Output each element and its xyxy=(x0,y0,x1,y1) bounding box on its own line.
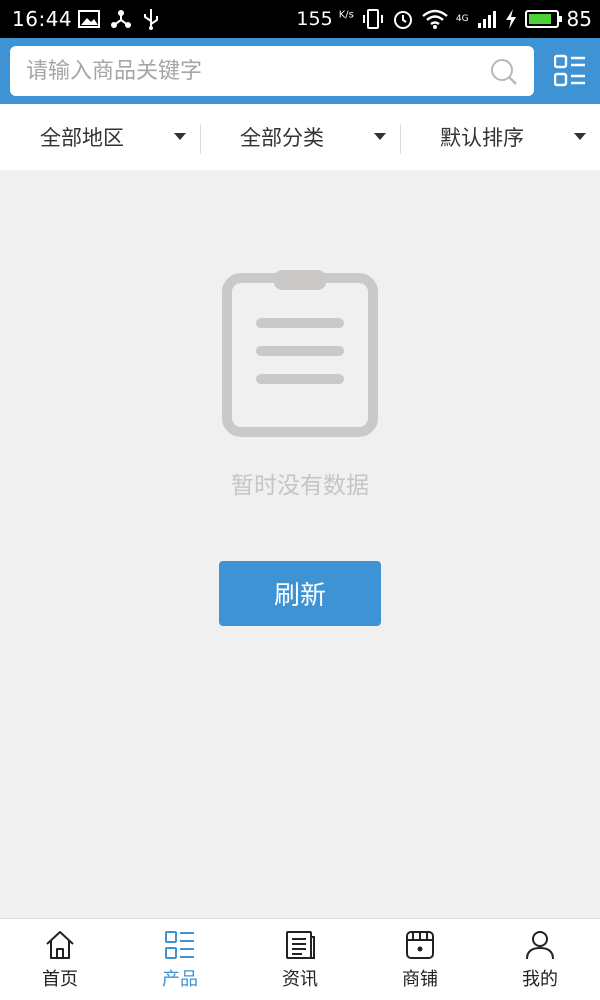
nav-item-products[interactable]: 产品 xyxy=(120,919,240,1000)
filter-region[interactable]: 全部地区 xyxy=(0,104,200,170)
caret-down-icon xyxy=(574,133,586,140)
status-time: 16:44 xyxy=(12,7,73,31)
nav-item-shop[interactable]: 商铺 xyxy=(360,919,480,1000)
caret-down-icon xyxy=(374,133,386,140)
filter-category[interactable]: 全部分类 xyxy=(200,104,400,170)
usb-icon xyxy=(144,9,158,30)
search-input[interactable] xyxy=(10,46,470,96)
shop-icon xyxy=(406,931,434,959)
home-icon xyxy=(46,931,74,959)
signal-icon xyxy=(477,11,496,28)
battery-icon xyxy=(524,10,562,28)
status-left-icons xyxy=(78,8,160,30)
product-list-icon xyxy=(165,931,194,959)
filter-category-label: 全部分类 xyxy=(240,126,324,150)
filter-sort-label: 默认排序 xyxy=(440,126,524,150)
image-icon xyxy=(78,10,100,28)
vibrate-icon xyxy=(362,9,383,29)
status-bar: 16:44 155 K/s 4G 85 xyxy=(0,0,600,38)
network-type: 4G xyxy=(455,14,469,24)
filter-sort[interactable]: 默认排序 xyxy=(400,104,600,170)
search-icon[interactable] xyxy=(490,58,518,86)
filter-bar: 全部地区 全部分类 默认排序 xyxy=(0,104,600,170)
profile-icon xyxy=(526,931,554,960)
nav-item-profile[interactable]: 我的 xyxy=(480,919,600,1000)
nav-label-products: 产品 xyxy=(162,969,198,990)
nav-item-news[interactable]: 资讯 xyxy=(240,919,360,1000)
share-icon xyxy=(111,10,131,28)
alarm-icon xyxy=(393,11,412,29)
empty-message: 暂时没有数据 xyxy=(231,473,369,499)
search-box[interactable] xyxy=(10,46,534,96)
caret-down-icon xyxy=(174,133,186,140)
network-speed: 155 K/s xyxy=(296,8,354,30)
empty-clipboard-icon xyxy=(222,270,378,437)
nav-label-news: 资讯 xyxy=(282,969,318,990)
battery-percent: 85 xyxy=(566,7,592,31)
nav-label-home: 首页 xyxy=(42,969,78,990)
search-header xyxy=(0,38,600,104)
nav-item-home[interactable]: 首页 xyxy=(0,919,120,1000)
status-right: 155 K/s 4G 85 xyxy=(296,7,592,31)
bottom-nav: 首页 产品 资讯 商铺 我的 xyxy=(0,918,600,1000)
category-menu-icon[interactable] xyxy=(554,54,586,88)
refresh-button[interactable]: 刷新 xyxy=(219,561,381,626)
news-icon xyxy=(286,931,315,959)
charging-icon xyxy=(505,9,516,29)
nav-label-profile: 我的 xyxy=(522,969,558,990)
wifi-icon xyxy=(422,9,448,29)
filter-region-label: 全部地区 xyxy=(40,126,124,150)
nav-label-shop: 商铺 xyxy=(402,969,438,990)
